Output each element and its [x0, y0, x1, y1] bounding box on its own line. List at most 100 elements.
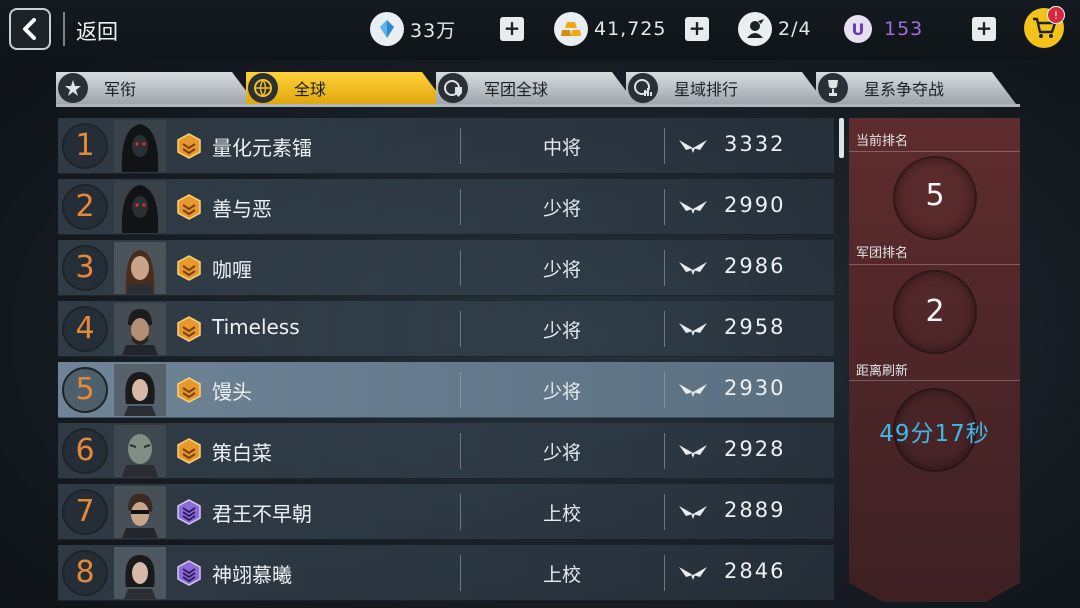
- legion-rank-value: 2: [925, 294, 945, 329]
- panel-divider: [849, 151, 1020, 152]
- column-divider: [664, 128, 665, 164]
- column-divider: [664, 494, 665, 530]
- tab-label: 军衔: [104, 80, 137, 99]
- column-divider: [664, 372, 665, 408]
- wing-icon: [679, 445, 707, 458]
- back-button[interactable]: [9, 8, 51, 50]
- gold-rank-badge-icon: [177, 255, 201, 281]
- ranking-row[interactable]: 7 君王不早朝 上校 2889: [58, 484, 834, 540]
- star-domain-icon: [628, 73, 658, 103]
- military-title: 少将: [542, 259, 581, 281]
- purple-rank-badge-icon: [177, 499, 201, 525]
- rank-number: 2: [62, 184, 108, 230]
- tab-legion-global[interactable]: 军团全球: [436, 72, 636, 104]
- column-divider: [460, 494, 461, 530]
- military-title: 中将: [542, 137, 581, 159]
- tab-global[interactable]: 全球: [246, 72, 446, 104]
- gold-value: 41,725: [594, 18, 667, 40]
- column-divider: [460, 128, 461, 164]
- crystal-icon: [370, 12, 404, 46]
- add-u-credit-button[interactable]: +: [972, 17, 996, 41]
- tab-label: 军团全球: [484, 80, 549, 99]
- tab-galaxy-war[interactable]: 星系争夺战: [816, 72, 1016, 104]
- tab-star-domain[interactable]: 星域排行: [626, 72, 826, 104]
- panel-divider: [849, 264, 1020, 265]
- ranking-row-self[interactable]: 5 馒头 少将 2930: [58, 362, 834, 418]
- rank-number: 8: [62, 550, 108, 596]
- military-title: 少将: [542, 442, 581, 464]
- ranking-row[interactable]: 2 善与恶 少将 2990: [58, 179, 834, 235]
- wing-icon: [679, 384, 707, 397]
- rank-summary-panel: 当前排名 5 军团排名 2 距离刷新 49分17秒: [849, 118, 1020, 602]
- top-bar: 返回 33万 + 41,725 + 2/4 U 153 + !: [0, 0, 1080, 60]
- rank-number: 3: [62, 245, 108, 291]
- player-name: 策白菜: [212, 441, 272, 465]
- notification-badge: !: [1047, 6, 1065, 24]
- column-divider: [460, 189, 461, 225]
- ranking-row[interactable]: 8 神翊慕曦 上校 2846: [58, 545, 834, 601]
- military-title: 上校: [542, 503, 581, 525]
- tab-rank[interactable]: 军衔: [56, 72, 256, 104]
- score: 2930: [724, 376, 786, 400]
- tab-label: 星系争夺战: [864, 80, 945, 99]
- panel-divider: [849, 380, 1020, 381]
- avatar: [114, 120, 166, 172]
- refresh-countdown: 49分17秒: [879, 421, 990, 447]
- score: 2889: [724, 498, 786, 522]
- trophy-icon: [818, 73, 848, 103]
- squad-value: 2/4: [778, 18, 812, 40]
- add-gold-button[interactable]: +: [685, 17, 709, 41]
- rank-number: 1: [62, 123, 108, 169]
- purple-rank-badge-icon: [177, 560, 201, 586]
- column-divider: [460, 433, 461, 469]
- global-icon: [248, 73, 278, 103]
- wing-icon: [679, 506, 707, 519]
- avatar: [114, 486, 166, 538]
- gold-rank-badge-icon: [177, 316, 201, 342]
- back-arrow-icon: [23, 18, 36, 40]
- player-name: 神翊慕曦: [212, 563, 292, 587]
- legion-rank-label: 军团排名: [856, 246, 909, 261]
- squad-icon: [738, 12, 772, 46]
- tab-label: 星域排行: [674, 80, 739, 99]
- gold-rank-badge-icon: [177, 133, 201, 159]
- score: 2986: [724, 254, 786, 278]
- ranking-row[interactable]: 1 量化元素镭 中将 3332: [58, 118, 834, 174]
- crystal-value: 33万: [410, 19, 457, 42]
- player-name: 咖喱: [212, 258, 252, 282]
- ranking-row[interactable]: 6 策白菜 少将 2928: [58, 423, 834, 479]
- wing-icon: [679, 201, 707, 214]
- gold-rank-badge-icon: [177, 194, 201, 220]
- u-credit-value: 153: [884, 18, 924, 40]
- score: 2958: [724, 315, 786, 339]
- player-name: Timeless: [212, 315, 300, 339]
- tab-label: 全球: [294, 80, 327, 99]
- crystal-resource: 33万: [370, 10, 456, 48]
- player-name: 君王不早朝: [212, 502, 312, 526]
- ranking-row[interactable]: 3 咖喱 少将 2986: [58, 240, 834, 296]
- ranking-list[interactable]: 1 量化元素镭 中将 3332 2 善与恶 少将 2990 3 咖喱 少将 29…: [58, 118, 836, 608]
- add-crystal-button[interactable]: +: [500, 17, 524, 41]
- ranking-row[interactable]: 4 Timeless 少将 2958: [58, 301, 834, 357]
- list-scrollbar[interactable]: [839, 118, 844, 158]
- avatar: [114, 303, 166, 355]
- rank-number: 5: [62, 367, 108, 413]
- wing-icon: [679, 323, 707, 336]
- player-name: 馒头: [212, 380, 252, 404]
- insignia-star-icon: [58, 73, 88, 103]
- column-divider: [664, 189, 665, 225]
- avatar: [114, 242, 166, 294]
- score: 2928: [724, 437, 786, 461]
- u-credit-icon: U: [844, 15, 872, 43]
- column-divider: [460, 311, 461, 347]
- rank-number: 7: [62, 489, 108, 535]
- score: 2846: [724, 559, 786, 583]
- player-name: 量化元素镭: [212, 136, 312, 160]
- military-title: 少将: [542, 381, 581, 403]
- current-rank-label: 当前排名: [856, 134, 909, 149]
- current-rank-value: 5: [925, 178, 945, 213]
- column-divider: [460, 555, 461, 591]
- tab-underline: [56, 104, 1020, 107]
- rank-number: 4: [62, 306, 108, 352]
- gold-rank-badge-icon: [177, 377, 201, 403]
